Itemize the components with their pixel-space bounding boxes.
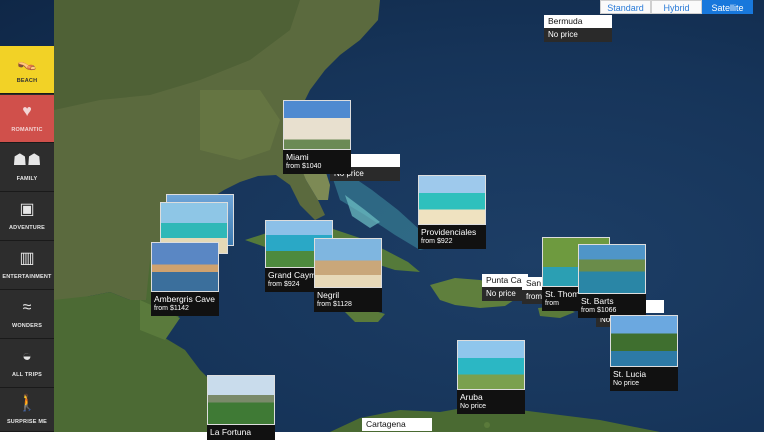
pin-negril[interactable]: Negril from $1128: [314, 238, 382, 312]
map-type-satellite[interactable]: Satellite: [702, 0, 753, 14]
destination-photo: [457, 340, 525, 390]
map-type-standard[interactable]: Standard: [600, 0, 651, 14]
pin-price: No price: [613, 380, 640, 387]
category-label: All Trips: [11, 372, 43, 378]
pin-price: No price: [460, 403, 487, 410]
pin-price: from $1066: [581, 307, 617, 314]
pin-price: from $1040: [286, 163, 322, 170]
category-all-trips[interactable]: ◒ All Trips: [0, 340, 54, 388]
pin-aruba[interactable]: Aruba No price: [457, 340, 525, 414]
pin-name: Ambergris Cave: [154, 294, 215, 304]
destination-photo: [283, 100, 351, 150]
pin-name: Providenciales: [421, 227, 477, 237]
category-family[interactable]: ☗☗ Family: [0, 144, 54, 192]
category-surprise-me[interactable]: 🚶 Surprise Me: [0, 389, 54, 432]
category-label: Family: [16, 176, 38, 182]
pin-name: Negril: [317, 290, 340, 300]
destination-photo: [314, 238, 382, 288]
pin-price: from $922: [421, 238, 453, 245]
category-romantic[interactable]: ♥ Romantic: [0, 95, 54, 143]
pin-name: La Fortuna: [210, 427, 252, 437]
category-adventure[interactable]: ▣ Adventure: [0, 193, 54, 241]
backpack-icon: ▣: [19, 201, 35, 218]
destination-photo: [578, 244, 646, 294]
globe-icon: ◒: [22, 348, 32, 365]
label-name: Cartagena: [362, 418, 432, 431]
map-type-toggle: Standard Hybrid Satellite: [600, 0, 753, 14]
pin-st-lucia[interactable]: St. Lucia No price: [610, 315, 678, 391]
category-label: Adventure: [8, 225, 46, 231]
hiker-icon: 🚶: [17, 394, 37, 412]
flip-flops-icon: 👡: [17, 54, 37, 71]
family-icon: ☗☗: [12, 152, 42, 169]
map-type-hybrid[interactable]: Hybrid: [651, 0, 702, 14]
category-label: Surprise Me: [6, 418, 48, 425]
pin-price: from $1128: [317, 301, 352, 308]
pin-ambergris-cave[interactable]: Ambergris Cave from $1142: [151, 242, 219, 316]
label-bermuda[interactable]: Bermuda No price: [544, 15, 612, 42]
destination-photo: [151, 242, 219, 292]
pin-name: Aruba: [460, 392, 483, 402]
pin-la-fortuna[interactable]: La Fortuna: [207, 375, 275, 440]
pin-miami[interactable]: Miami from $1040: [283, 100, 351, 174]
destination-photo: [207, 375, 275, 425]
category-label: Wonders: [11, 323, 43, 329]
category-label: Entertainment: [2, 274, 52, 280]
pin-name: Miami: [286, 152, 309, 162]
category-entertainment[interactable]: ▥ Entertainment: [0, 242, 54, 290]
category-label: Beach: [16, 78, 38, 84]
waterfall-icon: ≈: [22, 299, 32, 316]
pin-providenciales[interactable]: Providenciales from $922: [418, 175, 486, 249]
label-name: Bermuda: [544, 15, 612, 28]
heart-icon: ♥: [22, 103, 32, 120]
destination-photo: [610, 315, 678, 367]
label-price: No price: [544, 28, 612, 42]
label-cartagena[interactable]: Cartagena: [362, 418, 432, 431]
destination-photo: [418, 175, 486, 225]
category-sidebar: 👡 Beach ♥ Romantic ☗☗ Family ▣ Adventure…: [0, 46, 54, 432]
category-beach[interactable]: 👡 Beach: [0, 46, 54, 94]
film-icon: ▥: [19, 250, 35, 267]
pin-price: from $1142: [154, 305, 189, 312]
pin-name: St. Lucia: [613, 369, 647, 379]
pin-st-barts[interactable]: St. Barts from $1066: [578, 244, 646, 318]
category-wonders[interactable]: ≈ Wonders: [0, 291, 54, 339]
pin-name: St. Barts: [581, 296, 614, 306]
category-label: Romantic: [11, 127, 43, 133]
